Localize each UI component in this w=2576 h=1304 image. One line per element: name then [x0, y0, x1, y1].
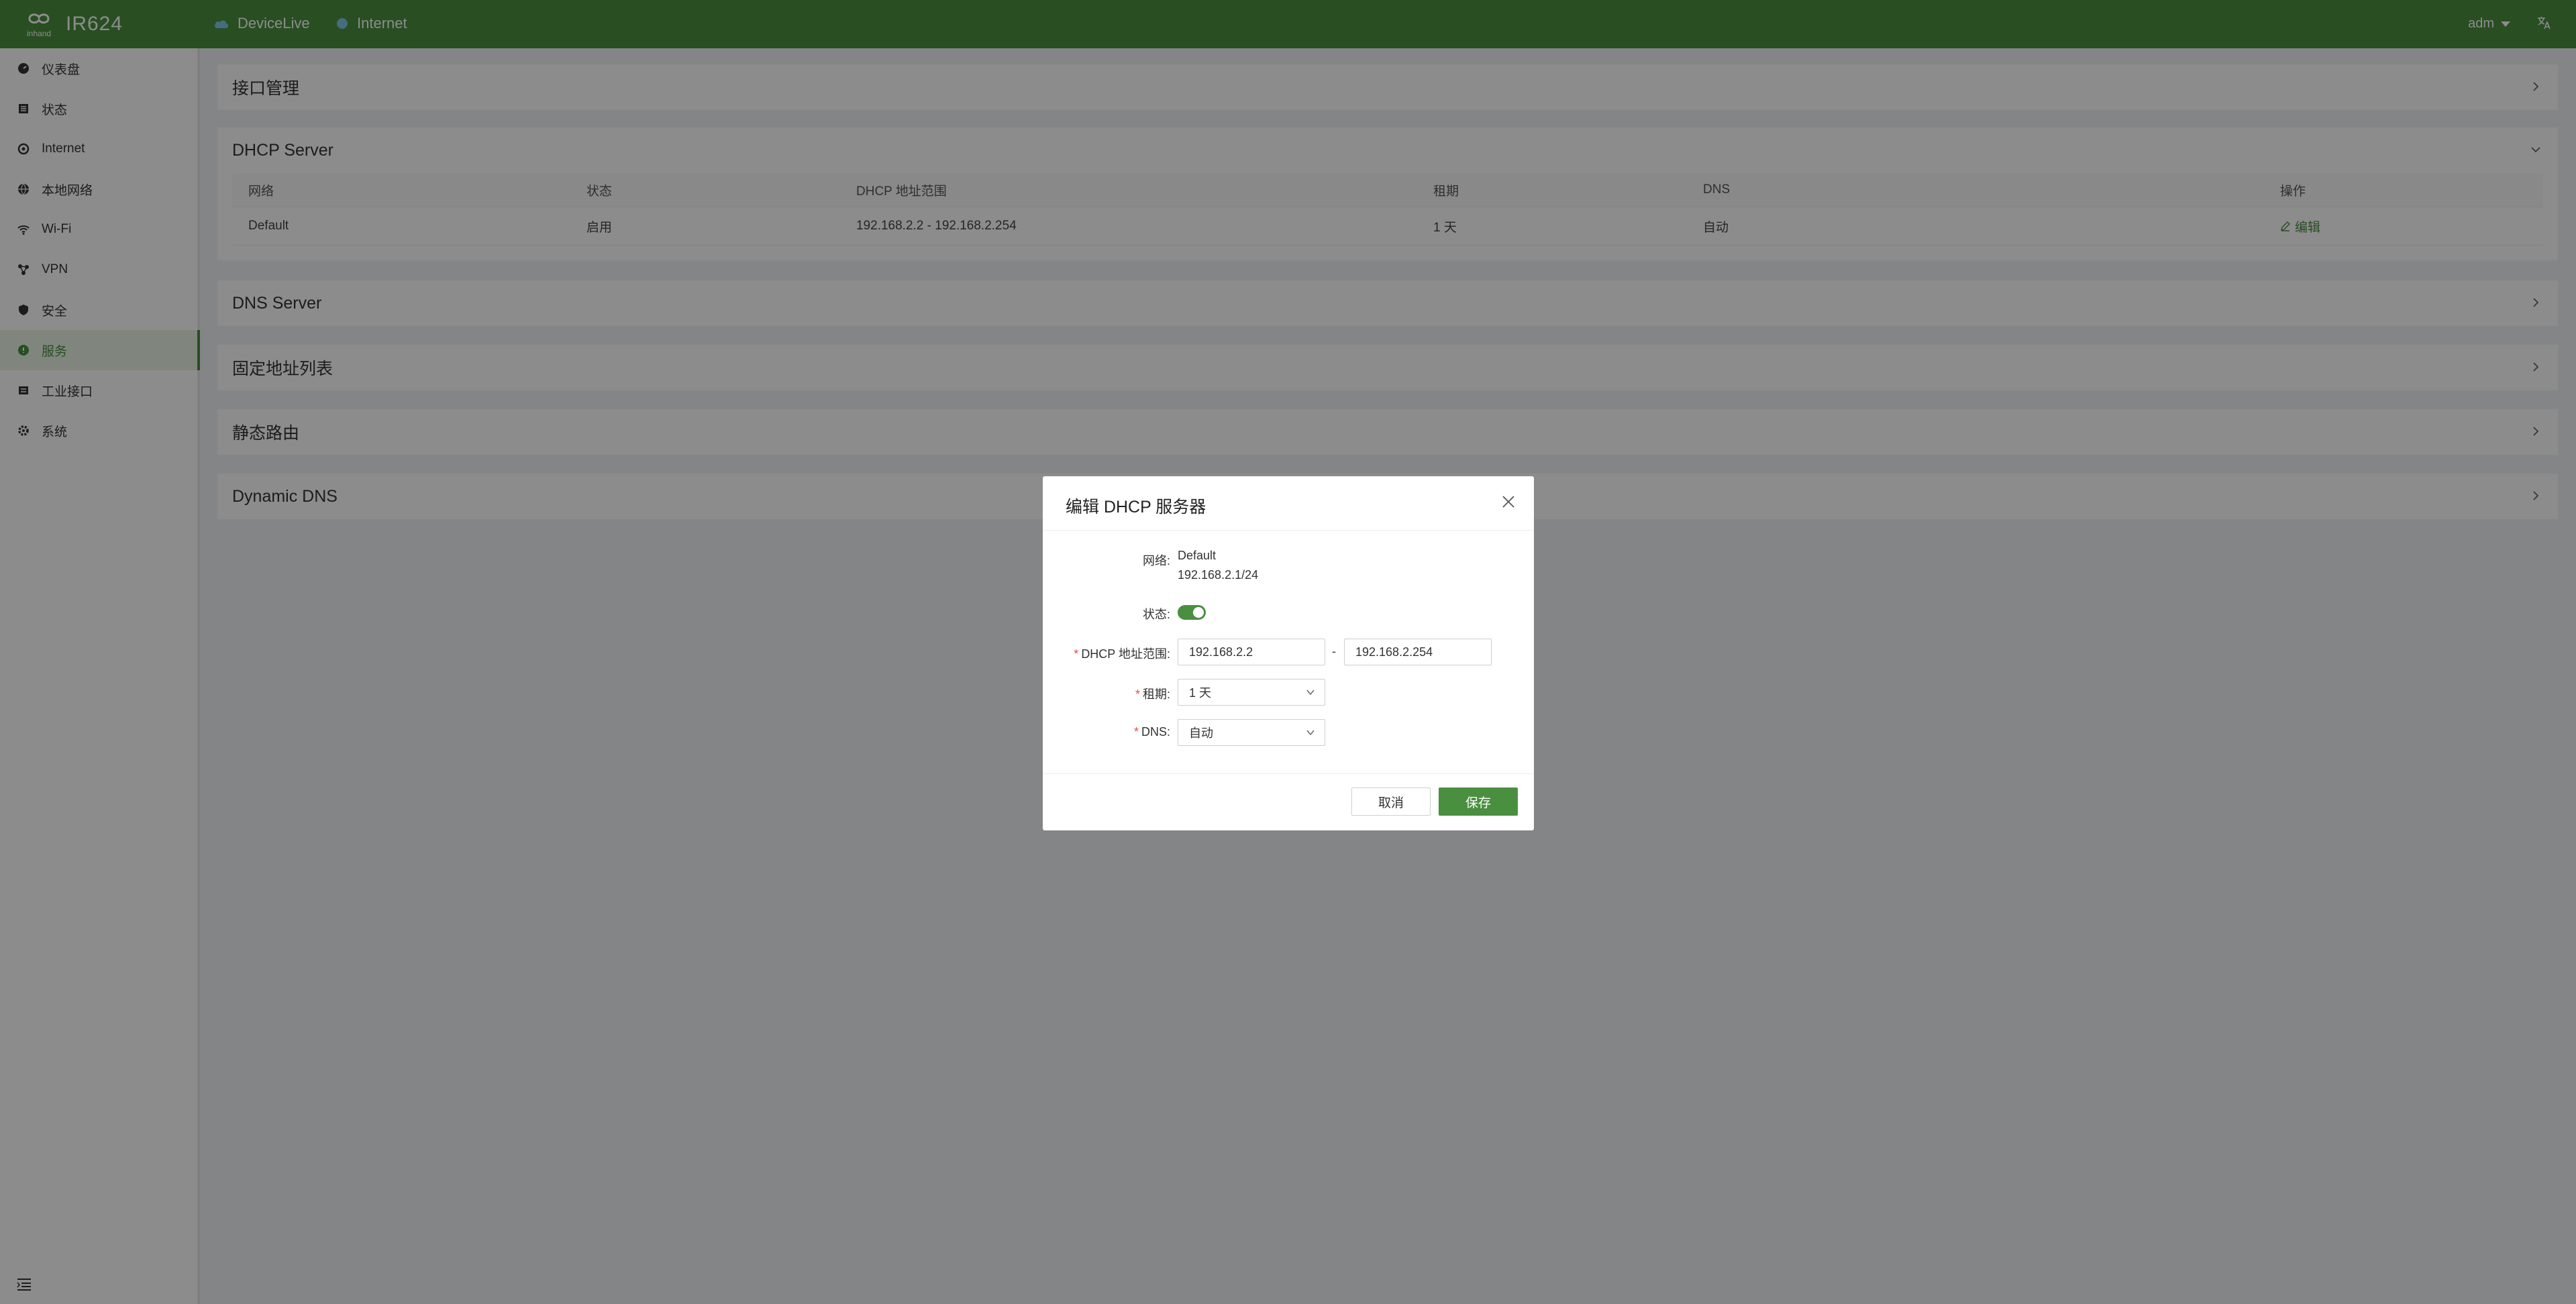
lease-value: 1 天 — [1189, 686, 1212, 700]
chevron-down-icon — [1306, 730, 1315, 736]
status-toggle[interactable] — [1178, 605, 1206, 620]
required-mark: * — [1074, 647, 1079, 661]
range-label: * DHCP 地址范围: — [1074, 647, 1170, 661]
range-separator: - — [1332, 645, 1336, 658]
status-label: 状态: — [1142, 608, 1170, 621]
range-end-input[interactable]: 192.168.2.254 — [1344, 639, 1492, 665]
dialog-title: 编辑 DHCP 服务器 — [1066, 498, 1206, 517]
range-start-input[interactable]: 192.168.2.2 — [1178, 639, 1325, 665]
cancel-button[interactable]: 取消 — [1351, 787, 1431, 816]
dialog-footer: 取消 保存 — [1043, 773, 1534, 830]
lease-label: * 租期: — [1135, 688, 1170, 701]
close-icon[interactable] — [1500, 494, 1516, 510]
chevron-down-icon — [1306, 690, 1315, 696]
dns-select[interactable]: 自动 — [1178, 719, 1325, 746]
required-mark: * — [1135, 688, 1140, 701]
save-button[interactable]: 保存 — [1439, 787, 1518, 816]
network-label: 网络: — [1142, 554, 1170, 567]
dialog-header: 编辑 DHCP 服务器 — [1043, 476, 1534, 531]
network-subnet: 192.168.2.1/24 — [1178, 568, 1259, 582]
edit-dhcp-dialog: 编辑 DHCP 服务器 网络: Default 192.168.2.1/24 状… — [1043, 476, 1534, 830]
dns-value: 自动 — [1189, 726, 1213, 740]
required-mark: * — [1133, 725, 1139, 739]
lease-select[interactable]: 1 天 — [1178, 679, 1325, 706]
network-name: Default — [1178, 549, 1217, 562]
dns-label: * DNS: — [1133, 725, 1170, 739]
